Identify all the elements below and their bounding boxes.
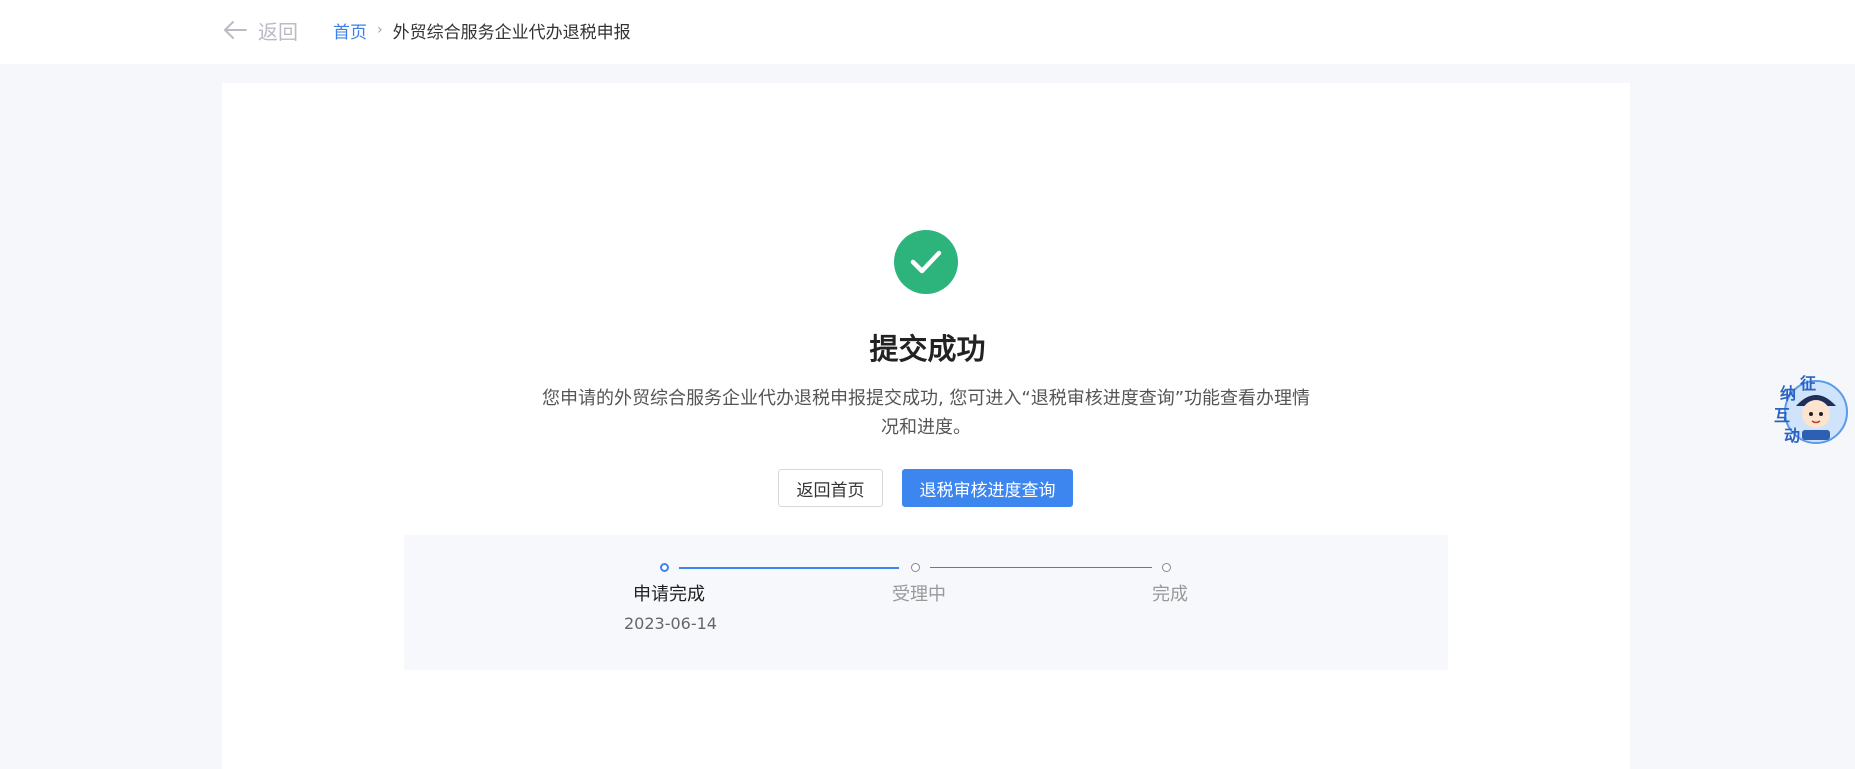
step-label-1: 申请完成 — [633, 584, 705, 605]
step-line-2 — [930, 567, 1152, 568]
tax-interaction-mascot-widget[interactable]: 征 纳 互 动 — [1772, 372, 1848, 448]
mascot-char-1: 征 — [1800, 374, 1817, 393]
mascot-char-2: 纳 — [1780, 384, 1797, 403]
step-date-1: 2023-06-14 — [624, 614, 717, 633]
arrow-left-icon — [224, 21, 247, 39]
top-bar: 返回 首页 › 外贸综合服务企业代办退税申报 — [0, 0, 1855, 64]
step-label-3: 完成 — [1152, 584, 1188, 605]
result-description: 您申请的外贸综合服务企业代办退税申报提交成功, 您可进入“退税审核进度查询”功能… — [541, 388, 1311, 438]
breadcrumb-current: 外贸综合服务企业代办退税申报 — [392, 22, 631, 43]
back-label: 返回 — [258, 19, 298, 44]
breadcrumb: 首页 › 外贸综合服务企业代办退税申报 — [333, 16, 631, 44]
step-line-1 — [679, 567, 899, 569]
check-circle-icon — [894, 230, 958, 294]
breadcrumb-home-link[interactable]: 首页 — [333, 18, 367, 43]
step-dot-1 — [660, 563, 669, 572]
progress-steps-panel: 申请完成 2023-06-14 受理中 完成 — [404, 535, 1448, 670]
step-label-2: 受理中 — [892, 584, 946, 605]
refund-progress-query-button[interactable]: 退税审核进度查询 — [902, 469, 1073, 507]
mascot-char-4: 动 — [1784, 426, 1801, 445]
back-button[interactable]: 返回 — [222, 14, 298, 46]
result-title: 提交成功 — [869, 332, 986, 366]
breadcrumb-separator: › — [377, 22, 383, 38]
step-dot-3 — [1162, 563, 1171, 572]
step-dot-2 — [911, 563, 920, 572]
return-home-button[interactable]: 返回首页 — [778, 469, 883, 507]
